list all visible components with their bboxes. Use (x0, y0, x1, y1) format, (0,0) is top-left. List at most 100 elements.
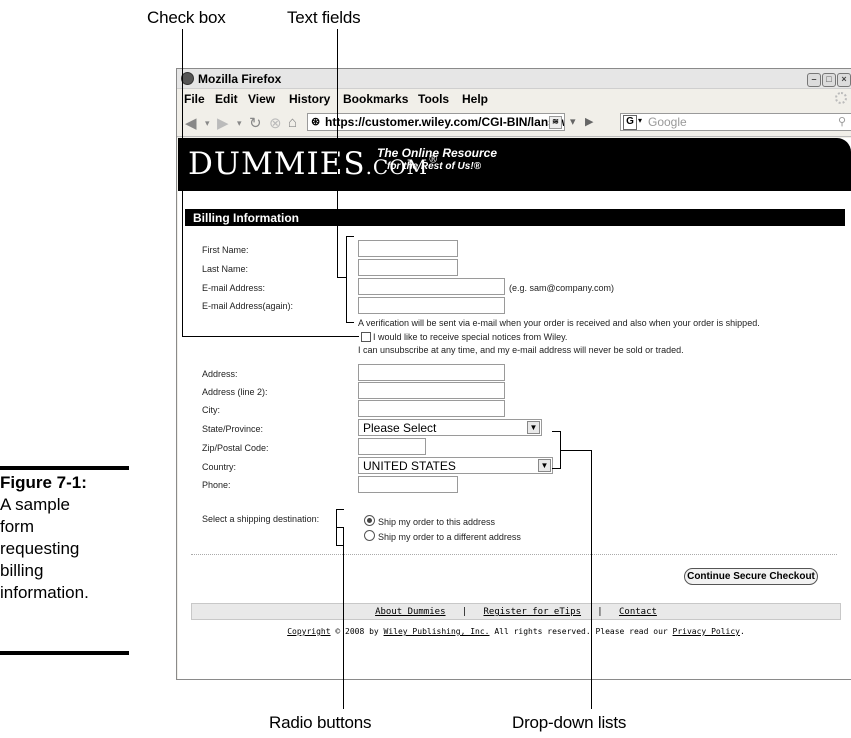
phone-field[interactable] (358, 476, 458, 493)
title-bar: Mozilla Firefox – □ × (177, 69, 851, 89)
callout-dropdown-lists: Drop-down lists (512, 713, 627, 732)
text-fields-leader-line (337, 277, 346, 278)
text-fields-bracket (346, 322, 354, 323)
check-box-leader-line (182, 336, 359, 337)
check-box-leader-line (182, 29, 183, 337)
dropdown-lists-bracket (552, 431, 560, 432)
menu-file[interactable]: File (184, 92, 205, 106)
city-field[interactable] (358, 400, 505, 417)
menu-edit[interactable]: Edit (215, 92, 238, 106)
forward-icon[interactable]: ▶ (217, 114, 229, 132)
radio-buttons-bracket (336, 509, 344, 510)
email-hint: (e.g. sam@company.com) (509, 283, 614, 293)
text-fields-bracket (346, 236, 354, 237)
first-name-field[interactable] (358, 240, 458, 257)
close-icon[interactable]: × (837, 73, 851, 87)
copyright-text-1: © 2008 by (330, 627, 384, 636)
forward-dropdown-icon[interactable]: ▾ (237, 118, 242, 129)
address2-field[interactable] (358, 382, 505, 399)
country-label: Country: (202, 462, 237, 472)
last-name-field[interactable] (358, 259, 458, 276)
caption-bottom-rule (0, 651, 129, 655)
publisher-link[interactable]: Wiley Publishing, Inc. (384, 627, 490, 636)
ship-this-address-radio[interactable] (364, 515, 375, 526)
browser-window: Mozilla Firefox – □ × File Edit View Histo… (176, 68, 851, 680)
search-icon[interactable]: ⚲ (838, 115, 846, 128)
window-title: Mozilla Firefox (198, 72, 282, 86)
dropdown-lists-leader-line (560, 450, 592, 451)
about-dummies-link[interactable]: About Dummies (375, 607, 445, 617)
back-dropdown-icon[interactable]: ▾ (205, 118, 210, 129)
caption-line: requesting (0, 539, 80, 558)
radio-buttons-leader-line (343, 527, 344, 709)
caption-line: billing (0, 561, 44, 580)
feed-icon[interactable]: ≋ (549, 116, 562, 129)
menu-bookmarks[interactable]: Bookmarks (343, 92, 408, 106)
phone-label: Phone: (202, 480, 231, 490)
country-selected-value: UNITED STATES (363, 459, 456, 473)
dropdown-lists-bracket (552, 468, 560, 469)
menu-view[interactable]: View (248, 92, 275, 106)
ship-this-address-label: Ship my order to this address (378, 517, 496, 527)
copyright-text-2: All rights reserved. Please read our (489, 627, 673, 636)
first-name-label: First Name: (202, 245, 249, 255)
address-bar[interactable]: ⊛ https://customer.wiley.com/CGI-BIN/lan… (307, 113, 565, 131)
home-icon[interactable]: ⌂ (288, 114, 297, 131)
activity-throbber-icon (835, 92, 847, 104)
register-etips-link[interactable]: Register for eTips (483, 607, 581, 617)
unsubscribe-note: I can unsubscribe at any time, and my e-… (358, 345, 684, 355)
email-field[interactable] (358, 278, 505, 295)
zip-field[interactable] (358, 438, 426, 455)
copyright-notice: Copyright © 2008 by Wiley Publishing, In… (191, 627, 841, 636)
caption-line: information. (0, 583, 89, 602)
site-tagline: The Online Resource for the Rest of Us!® (377, 147, 497, 173)
reload-icon[interactable]: ↻ (249, 114, 262, 132)
caption-line: A sample (0, 495, 70, 514)
text-fields-leader-line (337, 29, 338, 277)
search-engine-icon[interactable]: G (623, 115, 637, 130)
text-fields-bracket (346, 236, 347, 323)
special-notices-checkbox[interactable] (361, 332, 371, 342)
copyright-link[interactable]: Copyright (287, 627, 330, 636)
navigation-toolbar: ◀ ▾ ▶ ▾ ↻ ⊗ ⌂ ⊛ https://customer.wiley.c… (177, 110, 851, 137)
search-engine-dropdown-icon[interactable]: ▾ (638, 116, 642, 125)
address-label: Address: (202, 369, 238, 379)
state-dropdown[interactable]: Please Select ▼ (358, 419, 542, 436)
site-identity-icon[interactable]: ⊛ (311, 115, 320, 128)
email-again-label: E-mail Address(again): (202, 301, 294, 311)
section-header: Billing Information (185, 209, 845, 226)
callout-check-box: Check box (147, 8, 226, 27)
state-selected-value: Please Select (363, 421, 437, 435)
privacy-policy-link[interactable]: Privacy Policy (673, 627, 740, 636)
minimize-icon[interactable]: – (807, 73, 821, 87)
chevron-down-icon[interactable]: ▼ (538, 459, 551, 472)
menu-tools[interactable]: Tools (418, 92, 449, 106)
back-icon[interactable]: ◀ (185, 114, 197, 132)
address-field[interactable] (358, 364, 505, 381)
figure-number: Figure 7-1: (0, 473, 87, 492)
footer-separator: | (597, 607, 603, 617)
contact-link[interactable]: Contact (619, 607, 657, 617)
figure-caption: Figure 7-1: A sample form requesting bil… (0, 472, 130, 604)
search-box[interactable]: G ▾ Google ⚲ (620, 113, 851, 131)
chevron-down-icon[interactable]: ▼ (527, 421, 540, 434)
tagline-line-1: The Online Resource (377, 146, 498, 160)
menu-help[interactable]: Help (462, 92, 488, 106)
address2-label: Address (line 2): (202, 387, 268, 397)
radio-buttons-leader-line (336, 527, 343, 528)
ship-different-address-radio[interactable] (364, 530, 375, 541)
menu-history[interactable]: History (289, 92, 330, 106)
url-dropdown-icon[interactable]: ▾ (570, 115, 576, 128)
section-title: Billing Information (193, 211, 299, 225)
copyright-text-3: . (739, 627, 745, 636)
menu-bar: File Edit View History Bookmarks Tools H… (177, 89, 851, 109)
stop-icon[interactable]: ⊗ (269, 114, 282, 132)
continue-checkout-button[interactable]: Continue Secure Checkout (684, 568, 818, 585)
country-dropdown[interactable]: UNITED STATES ▼ (358, 457, 553, 474)
site-banner: DUMMIES.COM® The Online Resource for the… (178, 138, 851, 191)
email-again-field[interactable] (358, 297, 505, 314)
maximize-icon[interactable]: □ (822, 73, 836, 87)
go-icon[interactable]: ▶ (585, 115, 593, 128)
email-label: E-mail Address: (202, 283, 266, 293)
special-notices-label: I would like to receive special notices … (373, 332, 568, 342)
